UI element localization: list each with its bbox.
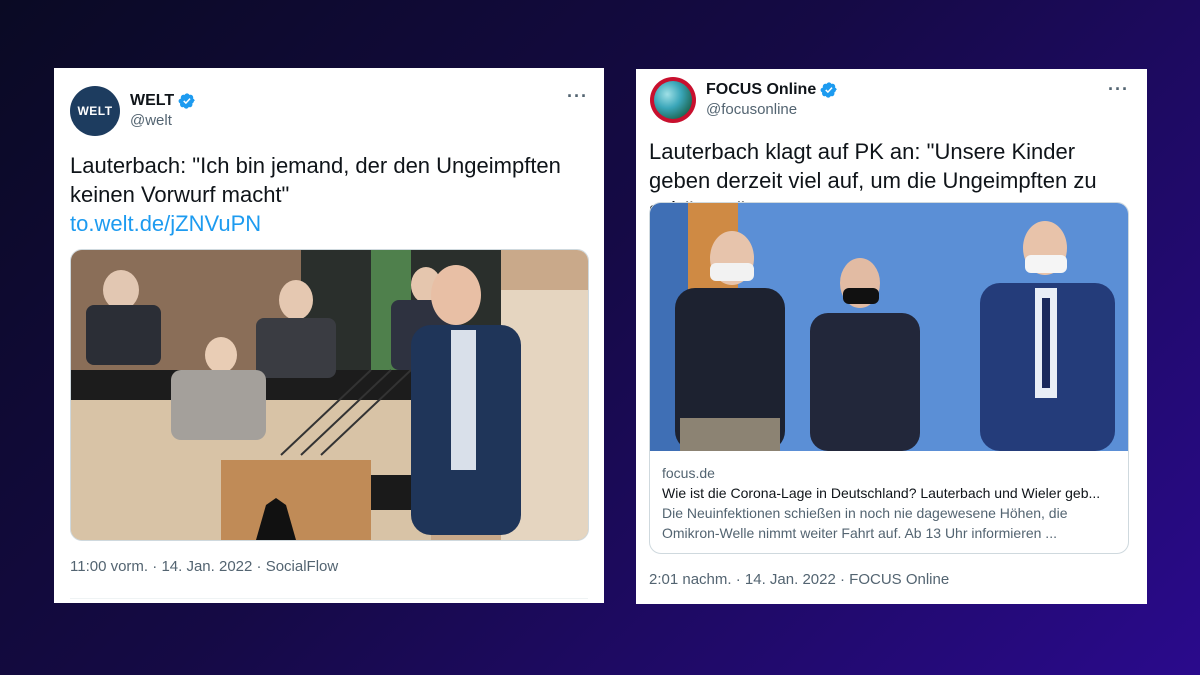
author-names: FOCUS Online @focusonline: [706, 80, 838, 120]
tweet-focus[interactable]: FOCUS Online @focusonline ··· Lauterbach…: [636, 69, 1147, 604]
tweet-link[interactable]: to.welt.de/jZNVuPN: [70, 209, 590, 238]
divider: [70, 598, 588, 599]
tweet-photo[interactable]: [70, 249, 589, 541]
tweet-header: FOCUS Online @focusonline: [650, 77, 838, 123]
tweet-source[interactable]: FOCUS Online: [849, 571, 949, 588]
more-options-icon[interactable]: ···: [567, 86, 588, 107]
display-name-text: WELT: [130, 92, 175, 109]
verified-badge-icon: [178, 93, 195, 109]
tweet-text-body: Lauterbach: "Ich bin jemand, der den Ung…: [70, 153, 561, 207]
tweet-welt[interactable]: WELT WELT @welt ··· Lauterbach: "Ich bin…: [54, 68, 604, 603]
card-image: [650, 203, 1128, 451]
tweet-time[interactable]: 2:01 nachm.: [649, 571, 732, 588]
meta-separator: ·: [731, 571, 745, 588]
handle[interactable]: @focusonline: [706, 100, 838, 120]
photo-lauterbach-speaking: [71, 250, 588, 540]
tweet-date[interactable]: 14. Jan. 2022: [161, 558, 252, 575]
display-name[interactable]: FOCUS Online: [706, 80, 838, 100]
globe-logo-icon: [654, 81, 692, 119]
tweet-text: Lauterbach: "Ich bin jemand, der den Ung…: [70, 151, 590, 238]
verified-badge-icon: [820, 82, 837, 98]
tweet-meta: 11:00 vorm. · 14. Jan. 2022 · SocialFlow: [70, 558, 338, 575]
author-names: WELT @welt: [130, 91, 196, 131]
handle[interactable]: @welt: [130, 111, 196, 131]
tweet-header: WELT WELT @welt: [70, 86, 196, 136]
card-description: Die Neuinfektionen schießen in noch nie …: [662, 505, 1068, 541]
photo-press-conference: [650, 203, 1128, 451]
avatar[interactable]: [650, 77, 696, 123]
meta-separator: ·: [252, 558, 266, 575]
more-options-icon[interactable]: ···: [1108, 79, 1129, 100]
card-domain: focus.de: [662, 465, 715, 481]
display-name[interactable]: WELT: [130, 91, 196, 111]
meta-separator: ·: [835, 571, 850, 588]
card-title: Wie ist die Corona-Lage in Deutschland? …: [662, 485, 1101, 501]
display-name-text: FOCUS Online: [706, 81, 817, 98]
tweet-date[interactable]: 14. Jan. 2022: [745, 571, 836, 588]
card-body: focus.de Wie ist die Corona-Lage in Deut…: [650, 451, 1128, 543]
tweet-time[interactable]: 11:00 vorm.: [70, 558, 148, 575]
avatar-logo: WELT: [77, 104, 113, 118]
tweet-source[interactable]: SocialFlow: [266, 558, 339, 575]
meta-separator: ·: [148, 558, 162, 575]
avatar[interactable]: WELT: [70, 86, 120, 136]
tweet-meta: 2:01 nachm. · 14. Jan. 2022 · FOCUS Onli…: [649, 571, 949, 588]
link-card[interactable]: focus.de Wie ist die Corona-Lage in Deut…: [649, 202, 1129, 554]
